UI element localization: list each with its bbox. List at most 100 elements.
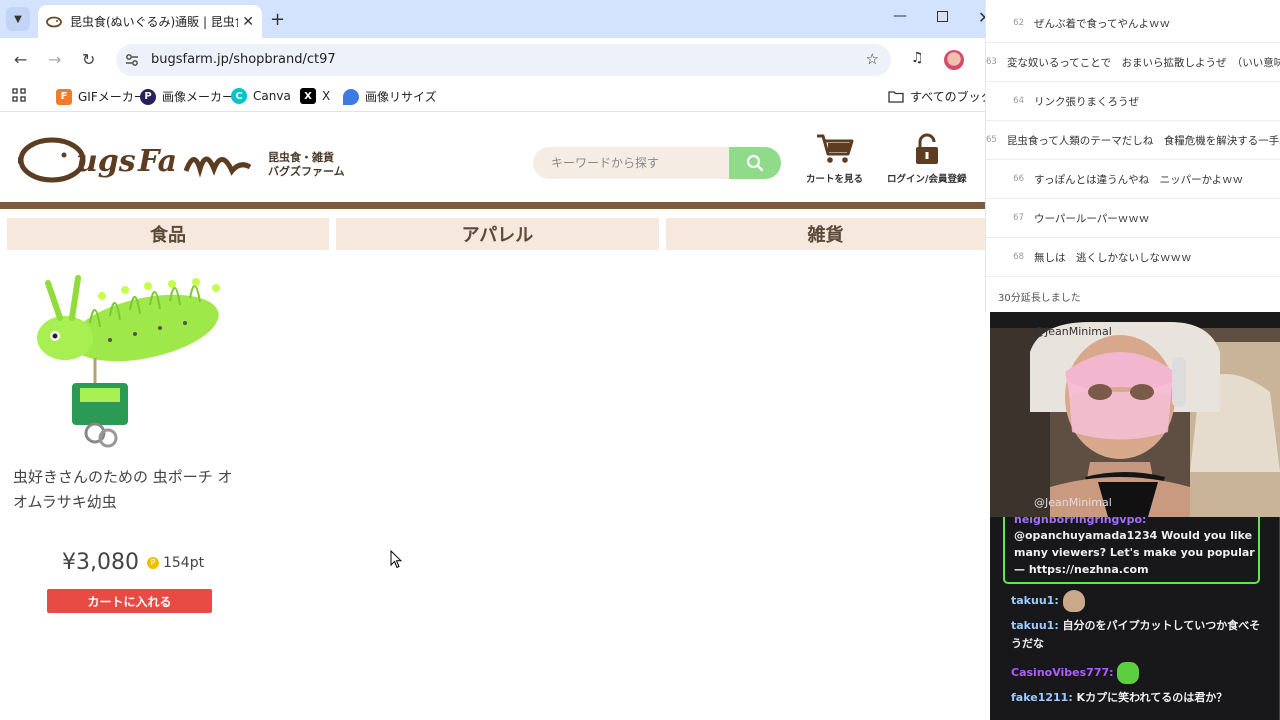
chevron-down-icon: ▼ bbox=[14, 13, 22, 25]
product-points: 154pt bbox=[162, 554, 205, 571]
product-name[interactable]: 虫好きさんのための 虫ポーチ オオムラサキ幼虫 bbox=[13, 465, 243, 515]
comment-row: 68 無しは 逃くしかないしなｗｗｗ bbox=[986, 238, 1280, 277]
point-coin-icon: P bbox=[146, 556, 159, 569]
cat-emote-icon bbox=[1062, 590, 1085, 612]
stream-handle-top: @JeanMinimal bbox=[1034, 325, 1112, 338]
stream-handle-bottom: @JeanMinimal bbox=[1034, 496, 1112, 509]
comment-text: 昆虫食って人類のテーマだしね 食糧危機を解決する一手段 bbox=[1006, 134, 1280, 147]
lock-icon bbox=[915, 133, 938, 164]
bookmark-star-icon[interactable]: ☆ bbox=[866, 50, 879, 68]
bookmark-label: GIFメーカー bbox=[78, 90, 146, 104]
chat-username[interactable]: takuu1 bbox=[1011, 594, 1054, 607]
chat-message: CasinoVibes777: bbox=[1011, 662, 1269, 684]
reload-icon[interactable]: ↻ bbox=[82, 50, 95, 69]
comment-number: 62 bbox=[1013, 18, 1024, 28]
webcam-feed bbox=[990, 312, 1280, 517]
bookmark-label: X bbox=[322, 89, 331, 103]
address-bar[interactable]: bugsfarm.jp/shopbrand/ct97 ☆ bbox=[116, 44, 891, 76]
category-tab-goods[interactable]: 雑貨 bbox=[666, 218, 985, 250]
comment-number: 64 bbox=[1013, 96, 1024, 106]
search-button[interactable] bbox=[729, 147, 781, 179]
price-row: ¥3,080 P 154pt bbox=[62, 550, 204, 575]
folder-icon bbox=[888, 91, 904, 103]
tab-close-icon[interactable]: ✕ bbox=[242, 14, 254, 30]
bookmark-image-resize[interactable]: 画像リサイズ bbox=[343, 88, 437, 105]
chat-message: takuu1: bbox=[1011, 590, 1269, 612]
chat-message-text: @opanchuyamada1234 Would you like many v… bbox=[1014, 529, 1255, 576]
chat-username[interactable]: CasinoVibes777 bbox=[1011, 666, 1109, 679]
comment-number: 63 bbox=[986, 57, 997, 67]
bookmark-x[interactable]: X X bbox=[300, 88, 330, 104]
logo-subtitle-line2: バグズファーム bbox=[268, 165, 345, 178]
comment-row: 66 すっぽんとは違うんやね ニッパーかよｗｗ bbox=[986, 160, 1280, 199]
product-image[interactable] bbox=[30, 268, 230, 453]
svg-text:Fa: Fa bbox=[137, 144, 177, 179]
minimize-icon[interactable]: — bbox=[893, 8, 907, 24]
comment-text: ぜんぶ着で食ってやんよｗｗ bbox=[1034, 17, 1170, 30]
tab-search-button[interactable]: ▼ bbox=[6, 7, 30, 31]
header-divider bbox=[0, 202, 985, 209]
chat-username[interactable]: takuu1 bbox=[1011, 619, 1054, 632]
bookmark-label: Canva bbox=[253, 89, 291, 103]
tab-bar: ▼ 昆虫食(ぬいぐるみ)通販 | 昆虫食( ✕ + — ✕ bbox=[0, 0, 991, 38]
cart-label: カートを見る bbox=[806, 174, 864, 185]
profile-avatar[interactable] bbox=[944, 50, 964, 70]
apps-grid-icon[interactable] bbox=[12, 88, 26, 102]
product-price: ¥3,080 bbox=[62, 550, 139, 575]
bookmark-image-maker[interactable]: P 画像メーカー bbox=[140, 88, 234, 105]
x-icon: X bbox=[300, 88, 316, 104]
forward-arrow-icon[interactable]: → bbox=[48, 50, 61, 69]
cart-icon bbox=[816, 134, 853, 163]
bookmark-gif-maker[interactable]: F GIFメーカー bbox=[56, 88, 146, 105]
comment-text: 無しは 逃くしかないしなｗｗｗ bbox=[1034, 251, 1192, 264]
tab-active[interactable]: 昆虫食(ぬいぐるみ)通販 | 昆虫食( ✕ bbox=[38, 5, 262, 38]
bookmark-label: 画像メーカー bbox=[162, 90, 235, 104]
svg-text:ugs: ugs bbox=[76, 144, 136, 179]
media-control-icon[interactable]: ♫ bbox=[911, 50, 924, 66]
category-tab-apparel[interactable]: アパレル bbox=[336, 218, 659, 250]
back-arrow-icon[interactable]: ← bbox=[14, 50, 27, 69]
url-text: bugsfarm.jp/shopbrand/ct97 bbox=[151, 52, 336, 67]
comment-row: 63 変な奴いるってことで おまいら拡散しようぜ （いい意味 bbox=[986, 43, 1280, 82]
login-label: ログイン/会員登録 bbox=[887, 174, 967, 185]
maximize-icon[interactable] bbox=[937, 11, 948, 22]
bookmark-label: 画像リサイズ bbox=[365, 90, 437, 104]
chat-username[interactable]: neighborringringvpo: bbox=[1014, 517, 1146, 526]
comment-footer: 30分延長しました bbox=[998, 293, 1081, 304]
new-tab-button[interactable]: + bbox=[270, 9, 285, 30]
bookmarks-bar: F GIFメーカー P 画像メーカー C Canva X X 画像リサイズ すべ… bbox=[0, 82, 1017, 112]
add-to-cart-button[interactable]: カートに入れる bbox=[47, 589, 212, 613]
chat-message: fake1211: Kカプに笑われてるのは君か？ bbox=[1011, 691, 1228, 704]
category-tab-food[interactable]: 食品 bbox=[7, 218, 329, 250]
green-face-emote-icon bbox=[1117, 662, 1140, 684]
image-resize-icon bbox=[343, 88, 359, 105]
view-cart-link[interactable]: カートを見る bbox=[806, 133, 863, 185]
comment-number: 66 bbox=[1013, 174, 1024, 184]
comment-text: リンク張りまくろうぜ bbox=[1034, 95, 1139, 108]
comment-text: 変な奴いるってことで おまいら拡散しようぜ （いい意味 bbox=[1006, 56, 1280, 69]
comment-text: ウーパールーパーｗｗｗ bbox=[1034, 212, 1150, 225]
gif-maker-icon: F bbox=[56, 88, 72, 105]
search-input[interactable] bbox=[533, 147, 733, 179]
chat-message: takuu1: 自分のをパイプカットしていつか食べそうだな bbox=[1011, 619, 1261, 650]
comment-row: 65 昆虫食って人類のテーマだしね 食糧危機を解決する一手段 bbox=[986, 121, 1280, 160]
canva-icon: C bbox=[231, 88, 247, 104]
bookmark-canva[interactable]: C Canva bbox=[231, 88, 291, 104]
bugsfarm-favicon-icon bbox=[46, 14, 62, 30]
bugsfarm-logo[interactable]: ugs Fa bbox=[18, 131, 254, 187]
image-maker-icon: P bbox=[140, 88, 156, 105]
chat-message-text: Kカプに笑われてるのは君か？ bbox=[1076, 691, 1228, 704]
site-info-icon[interactable] bbox=[124, 52, 140, 68]
highlighted-chat-message: neighborringringvpo: @opanchuyamada1234 … bbox=[1003, 517, 1260, 584]
comment-panel: 62 ぜんぶ着で食ってやんよｗｗ 63 変な奴いるってことで おまいら拡散しようぜ … bbox=[985, 0, 1280, 312]
comment-number: 67 bbox=[1013, 213, 1024, 223]
bugsfarm-page: ugs Fa 昆虫食・雑貨 バグズファーム カートを見る ログイン/会員登録 食… bbox=[0, 113, 985, 720]
comment-row: 67 ウーパールーパーｗｗｗ bbox=[986, 199, 1280, 238]
login-link[interactable]: ログイン/会員登録 bbox=[887, 133, 966, 185]
mouse-cursor-icon bbox=[390, 550, 402, 569]
comment-number: 65 bbox=[986, 135, 997, 145]
comment-text: すっぽんとは違うんやね ニッパーかよｗｗ bbox=[1034, 173, 1244, 186]
site-search bbox=[533, 147, 781, 179]
chat-username[interactable]: fake1211 bbox=[1011, 691, 1068, 704]
logo-subtitle: 昆虫食・雑貨 バグズファーム bbox=[268, 151, 345, 179]
